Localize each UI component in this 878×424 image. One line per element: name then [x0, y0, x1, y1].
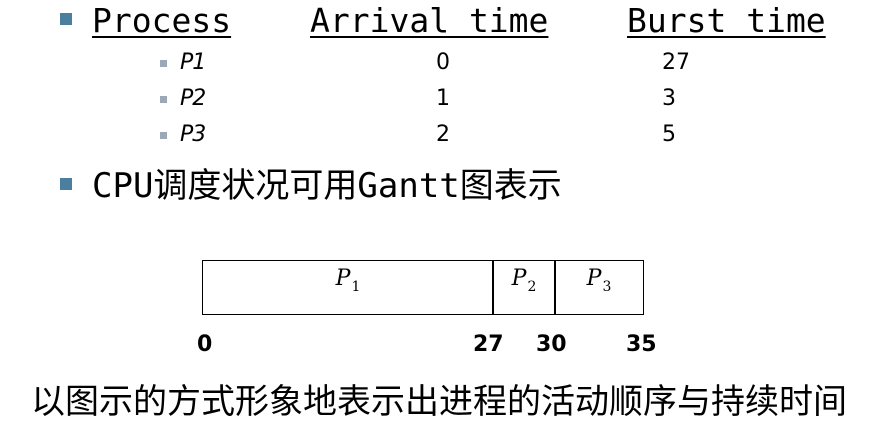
bullet-icon: [60, 13, 72, 25]
arrival-value: 2: [436, 122, 450, 147]
header-burst-time: Burst time: [627, 1, 826, 40]
gantt-tick: 0: [197, 332, 213, 357]
process-name: P3: [180, 122, 206, 147]
arrival-value: 0: [436, 50, 450, 75]
segment-label: P2: [511, 266, 537, 295]
gantt-tick: 27: [473, 332, 504, 357]
segment-label: P1: [335, 266, 361, 295]
sub-bullet-icon: [160, 132, 167, 139]
process-name: P1: [180, 50, 206, 75]
segment-label: P3: [586, 266, 612, 295]
gantt-tick: 30: [536, 332, 567, 357]
gantt-segment-p1: P1: [202, 260, 494, 315]
process-name: P2: [180, 86, 206, 111]
header-process: Process: [92, 1, 232, 40]
sub-bullet-icon: [160, 96, 167, 103]
gantt-segment-p3: P3: [554, 260, 644, 315]
burst-value: 3: [662, 86, 676, 111]
gantt-segment-p2: P2: [492, 260, 556, 315]
caption-text: 以图示的方式形象地表示出进程的活动顺序与持续时间: [31, 382, 847, 422]
header-arrival-time: Arrival time: [310, 1, 549, 40]
arrival-value: 1: [436, 86, 450, 111]
burst-value: 5: [662, 122, 676, 147]
gantt-tick: 35: [626, 332, 657, 357]
bullet-icon: [60, 178, 72, 190]
burst-value: 27: [662, 50, 690, 75]
sub-bullet-icon: [160, 60, 167, 67]
gantt-intro-text: CPU调度状况可用Gantt图表示: [92, 166, 562, 206]
